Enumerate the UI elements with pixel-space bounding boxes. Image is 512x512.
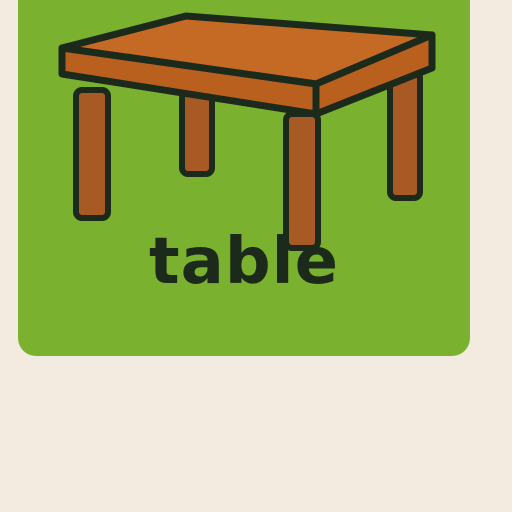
table-leg-back-left <box>179 89 215 177</box>
word-card: table <box>18 0 470 356</box>
table-icon <box>58 12 436 251</box>
table-leg-back-right <box>387 69 423 201</box>
word-label: table <box>149 225 339 299</box>
table-leg-front-left <box>73 87 111 221</box>
